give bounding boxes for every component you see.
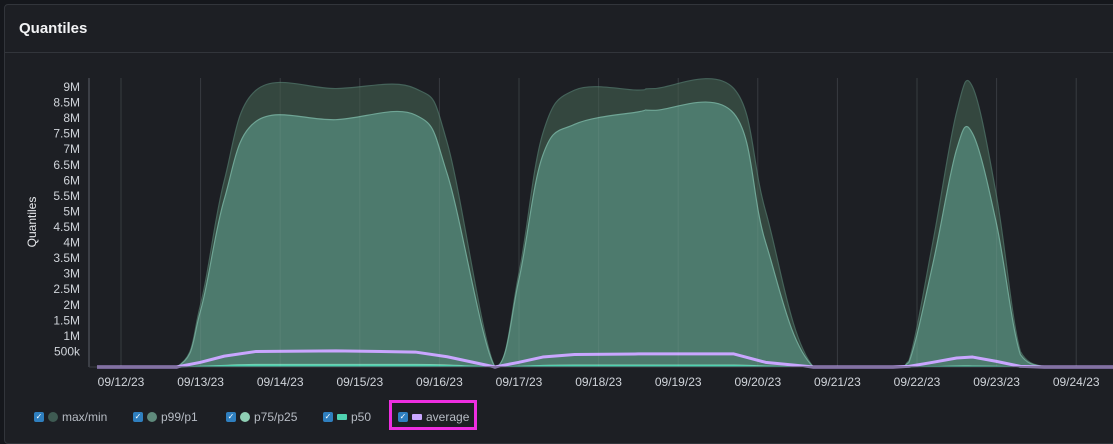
x-tick-label: 09/23/23 bbox=[973, 375, 1020, 389]
legend-label: p50 bbox=[351, 410, 372, 424]
legend-label: max/min bbox=[62, 410, 108, 424]
y-tick-label: 5M bbox=[63, 204, 80, 218]
y-tick-label: 2M bbox=[63, 298, 80, 312]
y-tick-label: 3.5M bbox=[53, 251, 80, 265]
y-tick-label: 5.5M bbox=[53, 189, 80, 203]
y-tick-label: 8.5M bbox=[53, 96, 80, 110]
y-axis-title: Quantiles bbox=[25, 197, 39, 248]
x-tick-label: 09/24/23 bbox=[1053, 375, 1100, 389]
checkbox-icon[interactable]: ✓ bbox=[226, 412, 236, 422]
x-tick-label: 09/16/23 bbox=[416, 375, 463, 389]
checkbox-icon[interactable]: ✓ bbox=[323, 412, 333, 422]
y-tick-label: 4.5M bbox=[53, 220, 80, 234]
series-color-dot bbox=[147, 412, 157, 422]
x-tick-label: 09/21/23 bbox=[814, 375, 861, 389]
y-tick-label: 6.5M bbox=[53, 158, 80, 172]
chart-areas bbox=[97, 78, 1113, 368]
y-tick-label: 6M bbox=[63, 173, 80, 187]
x-tick-label: 09/12/23 bbox=[98, 375, 145, 389]
x-tick-label: 09/22/23 bbox=[894, 375, 941, 389]
series-color-dot bbox=[48, 412, 58, 422]
checkbox-icon[interactable]: ✓ bbox=[34, 412, 44, 422]
x-tick-label: 09/15/23 bbox=[336, 375, 383, 389]
y-tick-label: 9M bbox=[63, 80, 80, 94]
x-tick-label: 09/13/23 bbox=[177, 375, 224, 389]
legend-item-max-min[interactable]: ✓ max/min bbox=[34, 404, 107, 430]
legend-label: p75/p25 bbox=[254, 410, 298, 424]
legend-label: p99/p1 bbox=[161, 410, 198, 424]
legend-item-p75-p25[interactable]: ✓ p75/p25 bbox=[226, 404, 297, 430]
x-tick-label: 09/19/23 bbox=[655, 375, 702, 389]
legend-item-p50[interactable]: ✓ p50 bbox=[323, 404, 371, 430]
checkbox-icon[interactable]: ✓ bbox=[133, 412, 143, 422]
legend-item-p99-p1[interactable]: ✓ p99/p1 bbox=[133, 404, 198, 430]
y-tick-label: 500k bbox=[54, 344, 81, 358]
y-tick-label: 4M bbox=[63, 236, 80, 250]
x-tick-label: 09/17/23 bbox=[496, 375, 543, 389]
y-tick-label: 3M bbox=[63, 267, 80, 281]
series-color-dot bbox=[240, 412, 250, 422]
y-tick-label: 1M bbox=[63, 329, 80, 343]
y-tick-label: 2.5M bbox=[53, 282, 80, 296]
x-tick-label: 09/14/23 bbox=[257, 375, 304, 389]
series-area-p99-p1 bbox=[97, 102, 1113, 368]
highlight-box bbox=[389, 400, 477, 430]
y-tick-label: 1.5M bbox=[53, 313, 80, 327]
x-tick-label: 09/18/23 bbox=[575, 375, 622, 389]
y-tick-label: 8M bbox=[63, 111, 80, 125]
series-color-bar bbox=[337, 414, 347, 420]
quantiles-chart: 500k1M 1.5M2M 2.5M3M 3.5M4M 4.5M 5M5.5M 6M6.5M… bbox=[25, 78, 1113, 389]
y-tick-label: 7M bbox=[63, 142, 80, 156]
y-tick-label: 7.5M bbox=[53, 127, 80, 141]
x-tick-label: 09/20/23 bbox=[734, 375, 781, 389]
